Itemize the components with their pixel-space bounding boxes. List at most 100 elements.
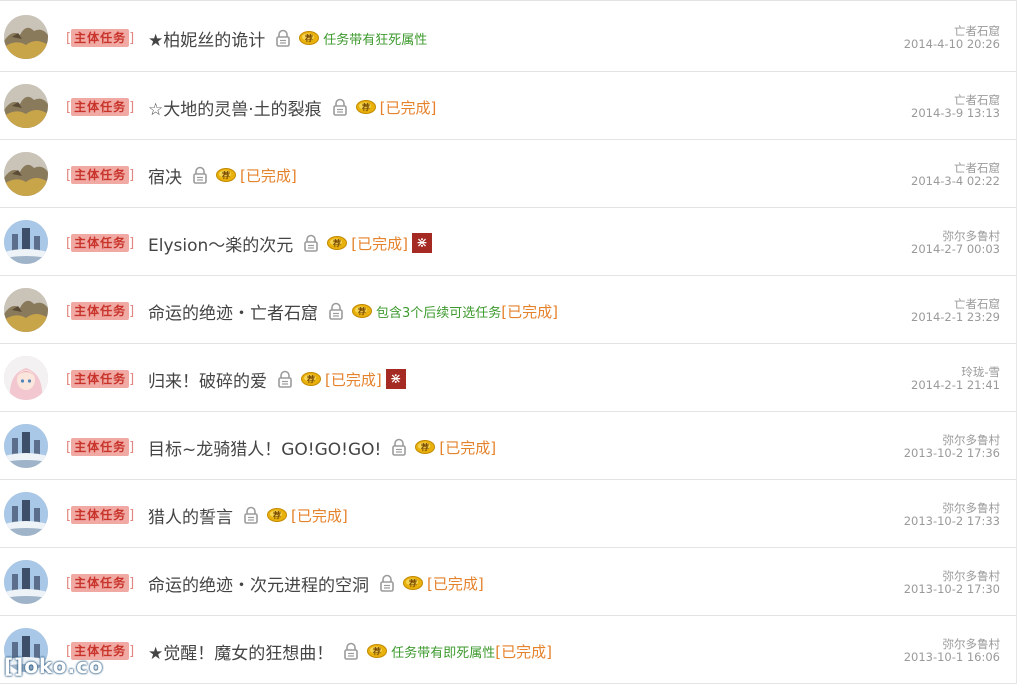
quest-title[interactable]: ★觉醒！魔女的狂想曲！ <box>148 639 333 664</box>
avatar[interactable] <box>4 288 48 332</box>
avatar[interactable] <box>4 220 48 264</box>
quest-meta: 弥尔多鲁村 2013-10-2 17:36 <box>904 434 1000 460</box>
quest-type-tag: [主体任务] <box>66 29 135 47</box>
quest-status: [已完成] <box>439 438 497 457</box>
quest-title-line: ☆大地的灵兽·土的裂痕 荐 [已完成] <box>148 94 436 120</box>
quest-row[interactable]: [主体任务] ★柏妮丝的诡计 荐 任务带有狂死属性 亡者石窟 2014-4-10… <box>0 0 1016 72</box>
quest-date: 2013-10-2 17:30 <box>903 582 1000 596</box>
avatar[interactable] <box>4 560 48 604</box>
lock-icon <box>276 29 291 47</box>
quest-type-label: 主体任务 <box>71 29 130 47</box>
quest-row[interactable]: [主体任务] 归来！破碎的爱 荐 [已完成] ⋇ 玲珑-雪 2014-2-1 2… <box>0 344 1016 412</box>
lock-icon <box>193 166 207 184</box>
quest-date: 2014-2-7 00:03 <box>911 242 1000 256</box>
quest-type-label: 主体任务 <box>71 506 130 524</box>
special-flag-icon: ⋇ <box>385 369 406 389</box>
avatar-image <box>4 424 48 468</box>
avatar[interactable] <box>4 424 48 468</box>
quest-row[interactable]: [主体任务] 猎人的誓言 荐 [已完成] 弥尔多鲁村 2013-10-2 17:… <box>0 480 1016 548</box>
quest-type-tag: [主体任务] <box>66 574 135 592</box>
avatar[interactable] <box>4 15 48 59</box>
quest-title[interactable]: Elysion～楽的次元 <box>148 231 293 256</box>
avatar[interactable] <box>4 356 48 400</box>
quest-note: 任务带有狂死属性 <box>323 32 428 48</box>
reward-coin-icon: 荐 <box>327 236 348 250</box>
quest-title[interactable]: 归来！破碎的爱 <box>148 367 267 392</box>
quest-row[interactable]: [主体任务] ★觉醒！魔女的狂想曲！ 荐 任务带有即死属性 [已完成] 弥尔多鲁… <box>0 616 1016 684</box>
quest-type-label: 主体任务 <box>71 98 130 116</box>
quest-title[interactable]: 命运的绝迹・次元进程的空洞 <box>148 571 369 596</box>
quest-type-label: 主体任务 <box>71 166 130 184</box>
reward-coin-icon: 荐 <box>403 576 423 590</box>
reward-coin-icon: 荐 <box>299 31 320 45</box>
svg-text:荐: 荐 <box>408 578 417 588</box>
quest-note: 任务带有即死属性 <box>391 645 496 661</box>
quest-meta: 弥尔多鲁村 2013-10-1 16:06 <box>904 638 1000 664</box>
lock-icon <box>244 506 258 524</box>
quest-meta: 玲珑-雪 2014-2-1 21:41 <box>911 366 1000 392</box>
quest-type-label: 主体任务 <box>71 370 130 388</box>
lock-icon <box>278 370 292 388</box>
avatar[interactable] <box>4 84 48 128</box>
reward-coin-icon: 荐 <box>301 372 321 386</box>
quest-meta: 亡者石窟 2014-4-10 20:26 <box>904 25 1000 51</box>
quest-type-label: 主体任务 <box>71 438 130 456</box>
quest-meta: 弥尔多鲁村 2014-2-7 00:03 <box>911 230 1000 256</box>
quest-date: 2013-10-2 17:36 <box>903 446 1000 460</box>
quest-date: 2014-3-4 02:22 <box>911 174 1000 188</box>
quest-note: 包含3个后续可选任务 <box>376 305 502 321</box>
avatar-image <box>4 15 48 59</box>
reward-coin-icon: 荐 <box>355 100 376 114</box>
quest-date: 2013-10-1 16:06 <box>903 650 1000 664</box>
quest-status: [已完成] <box>291 506 348 525</box>
quest-type-tag: [主体任务] <box>66 370 135 388</box>
svg-text:荐: 荐 <box>361 102 370 112</box>
avatar-image <box>4 152 48 196</box>
avatar[interactable] <box>4 492 48 536</box>
quest-status: [已完成] <box>379 98 437 117</box>
svg-text:荐: 荐 <box>420 442 429 452</box>
quest-row[interactable]: [主体任务] ☆大地的灵兽·土的裂痕 荐 [已完成] 亡者石窟 2014-3-9… <box>0 72 1016 140</box>
quest-status: [已完成] <box>501 302 558 321</box>
avatar[interactable] <box>4 628 48 672</box>
quest-date: 2014-2-1 21:41 <box>911 378 1000 392</box>
reward-coin-icon: 荐 <box>267 508 287 522</box>
quest-title[interactable]: ★柏妮丝的诡计 <box>148 26 265 51</box>
quest-type-tag: [主体任务] <box>66 98 135 116</box>
quest-row[interactable]: [主体任务] 宿决 荐 [已完成] 亡者石窟 2014-3-4 02:22 <box>0 140 1016 208</box>
quest-title-line: 命运的绝迹・次元进程的空洞 荐 [已完成] <box>148 570 484 596</box>
quest-date: 2014-3-9 13:13 <box>911 106 1000 120</box>
quest-row[interactable]: [主体任务] 命运的绝迹・次元进程的空洞 荐 [已完成] 弥尔多鲁村 2013-… <box>0 548 1016 616</box>
quest-title[interactable]: 命运的绝迹・亡者石窟 <box>148 299 318 324</box>
avatar[interactable] <box>4 152 48 196</box>
quest-title[interactable]: 目标~龙骑猎人！GO!GO!GO! <box>148 435 381 460</box>
svg-text:荐: 荐 <box>221 170 230 180</box>
svg-text:荐: 荐 <box>357 306 366 316</box>
quest-date: 2014-2-1 23:29 <box>911 310 1000 324</box>
reward-coin-icon: 荐 <box>367 644 388 658</box>
quest-title[interactable]: ☆大地的灵兽·土的裂痕 <box>148 95 322 120</box>
quest-meta: 亡者石窟 2014-2-1 23:29 <box>911 298 1000 324</box>
quest-type-tag: [主体任务] <box>66 234 135 252</box>
quest-title-line: 命运的绝迹・亡者石窟 荐 包含3个后续可选任务 [已完成] <box>148 298 558 324</box>
quest-meta: 亡者石窟 2014-3-4 02:22 <box>911 162 1000 188</box>
quest-status: [已完成] <box>427 574 484 593</box>
quest-date: 2013-10-2 17:33 <box>903 514 1000 528</box>
quest-row[interactable]: [主体任务] 命运的绝迹・亡者石窟 荐 包含3个后续可选任务 [已完成] 亡者石… <box>0 276 1016 344</box>
quest-title-line: Elysion～楽的次元 荐 [已完成] ⋇ <box>148 230 432 256</box>
quest-status: [已完成] <box>240 166 297 185</box>
quest-type-label: 主体任务 <box>71 574 130 592</box>
quest-title[interactable]: 宿决 <box>148 163 182 188</box>
quest-title-line: 归来！破碎的爱 荐 [已完成] ⋇ <box>148 366 406 392</box>
lock-icon <box>380 574 394 592</box>
lock-icon <box>344 642 359 660</box>
lock-icon <box>329 302 343 320</box>
quest-row[interactable]: [主体任务] 目标~龙骑猎人！GO!GO!GO! 荐 [已完成] 弥尔多鲁村 2… <box>0 412 1016 480</box>
quest-title-line: 宿决 荐 [已完成] <box>148 162 297 188</box>
quest-title[interactable]: 猎人的誓言 <box>148 503 233 528</box>
quest-title-line: 猎人的誓言 荐 [已完成] <box>148 502 348 528</box>
svg-text:荐: 荐 <box>272 510 281 520</box>
quest-type-tag: [主体任务] <box>66 166 135 184</box>
avatar-image <box>4 628 48 672</box>
quest-row[interactable]: [主体任务] Elysion～楽的次元 荐 [已完成] ⋇ 弥尔多鲁村 2014… <box>0 208 1016 276</box>
